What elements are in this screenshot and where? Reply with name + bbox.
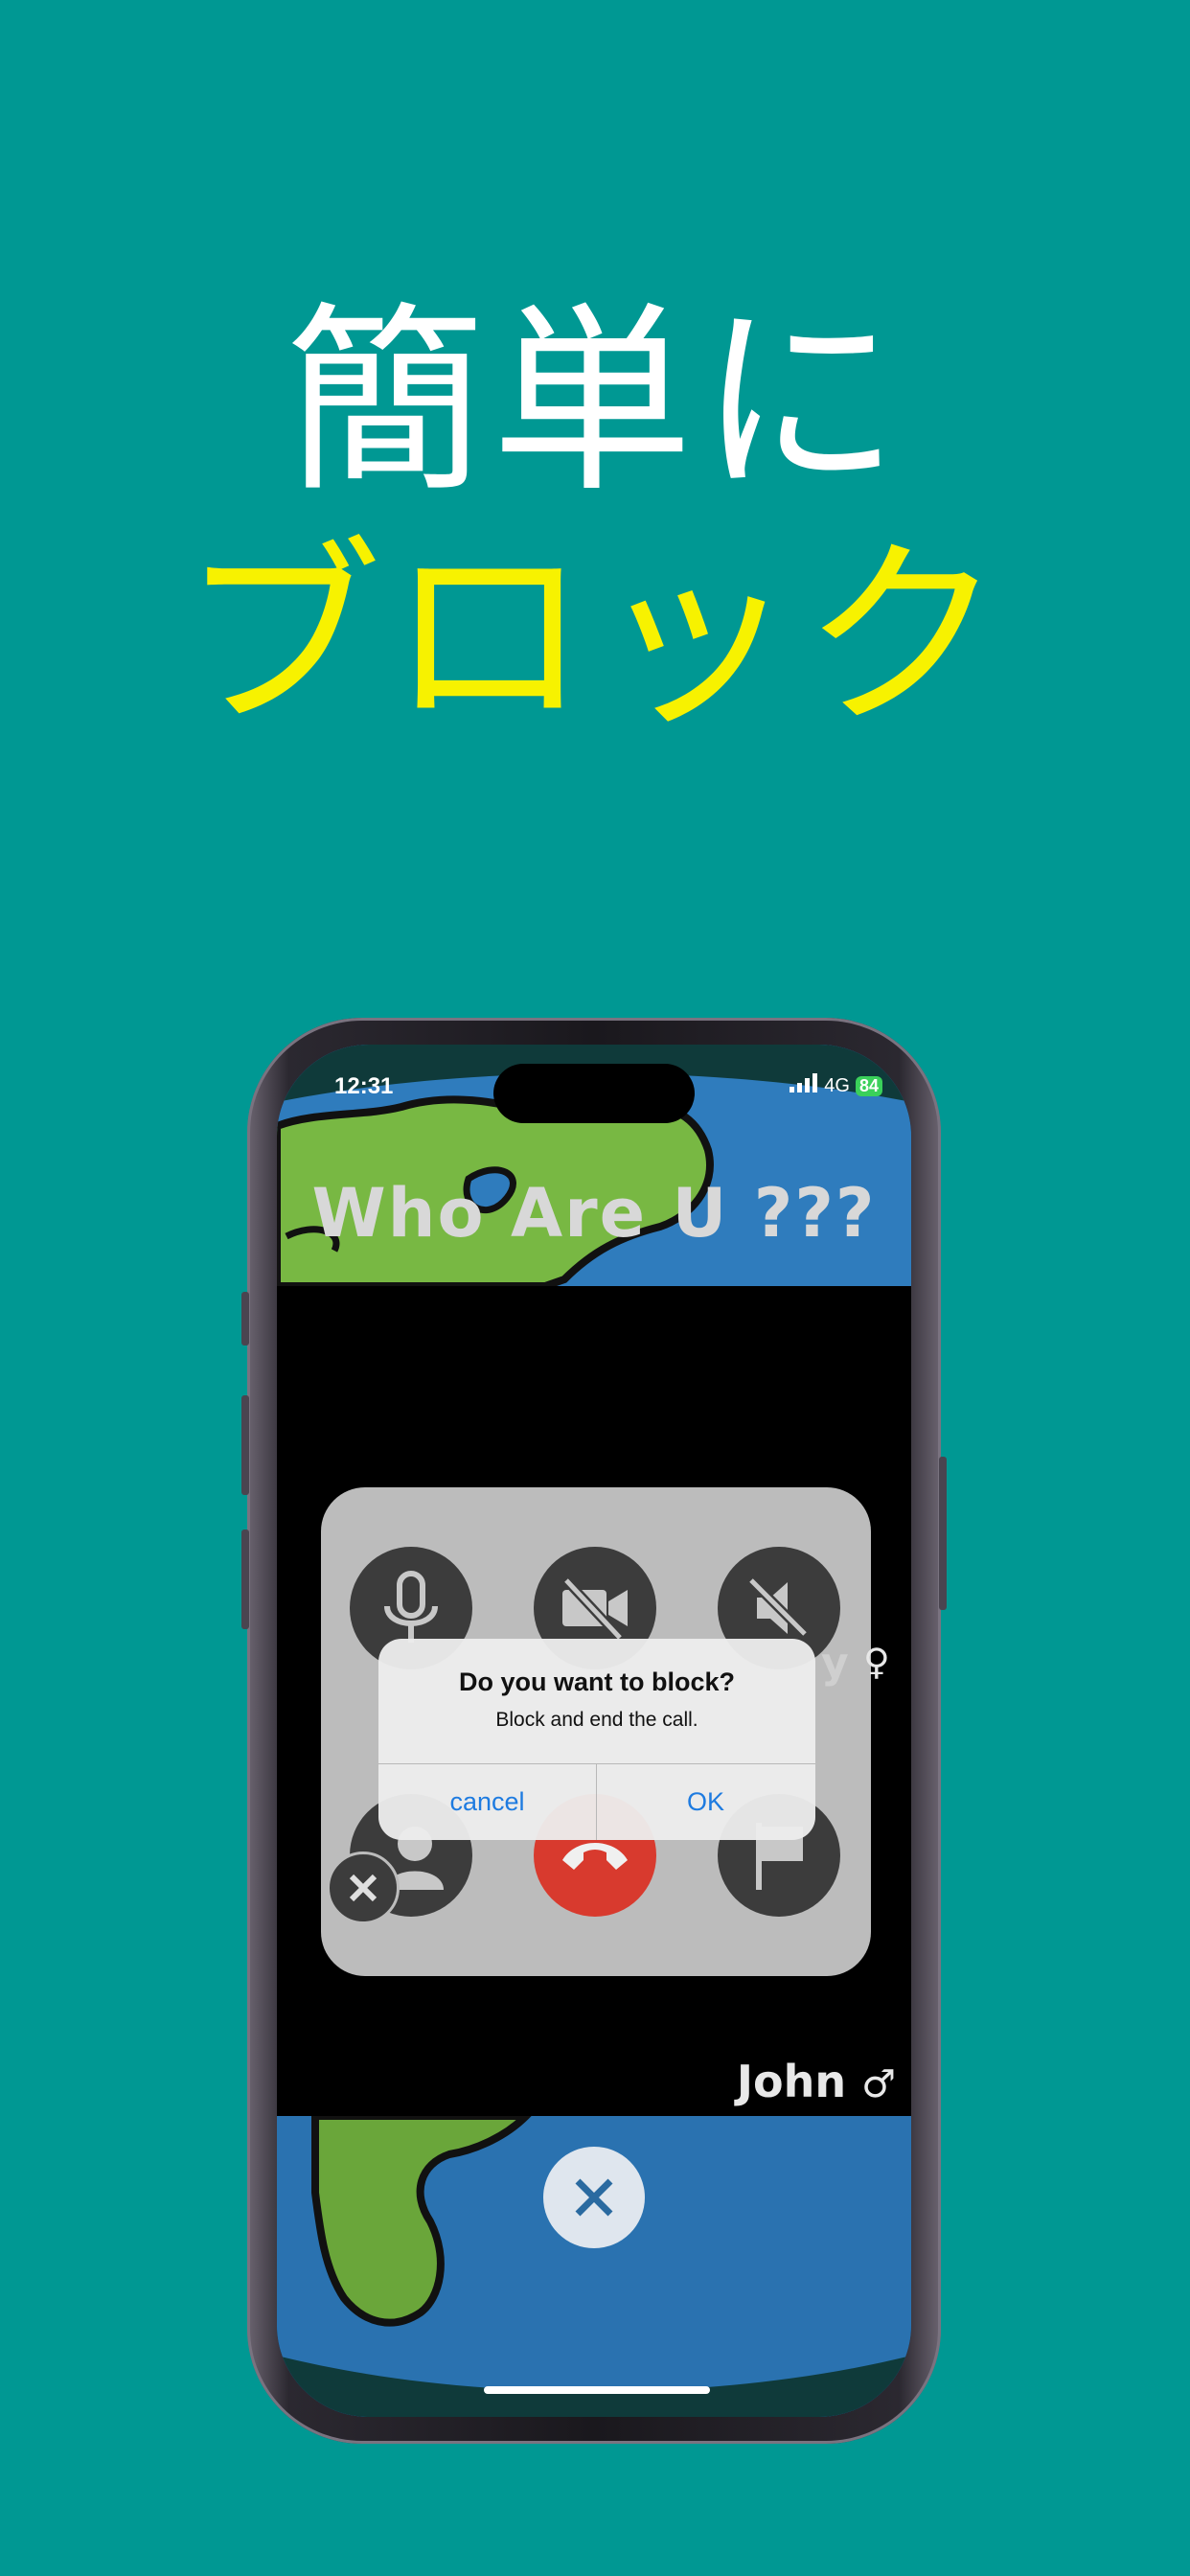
phone-power-button [939, 1457, 947, 1610]
video-off-icon [562, 1576, 628, 1642]
speaker-mute-icon [747, 1576, 809, 1638]
local-user-label: John ♂ [737, 2056, 896, 2107]
home-indicator[interactable] [484, 2386, 710, 2394]
signal-icon [790, 1073, 818, 1098]
dynamic-island [493, 1064, 695, 1123]
close-icon [575, 2178, 613, 2217]
app-title: Who Are U ??? [311, 1174, 877, 1253]
remote-user-name: y [821, 1639, 849, 1688]
cancel-button[interactable]: cancel [378, 1764, 596, 1840]
microphone-icon [384, 1571, 438, 1643]
close-button[interactable] [543, 2147, 645, 2248]
local-user-name: John [736, 2056, 847, 2107]
alert-title: Do you want to block? [459, 1668, 735, 1696]
phone-volume-up-button [241, 1395, 249, 1495]
local-user-gender: ♂ [861, 2062, 896, 2106]
headline-line-2: ブロック [180, 519, 1009, 754]
phone-screen: Who Are U ??? 12:31 4G 84 y ♀ Do you wan… [277, 1045, 911, 2417]
phone-side-button [241, 1292, 249, 1346]
status-time: 12:31 [334, 1073, 394, 1099]
block-confirm-alert: Do you want to block? Block and end the … [378, 1639, 815, 1840]
phone-volume-down-button [241, 1530, 249, 1629]
ok-button[interactable]: OK [597, 1764, 814, 1840]
status-indicators: 4G 84 [790, 1073, 882, 1098]
network-type: 4G [824, 1074, 850, 1096]
headline-line-1: 簡単に [284, 285, 905, 519]
remote-user-gender: ♀ [863, 1641, 890, 1683]
alert-message: Block and end the call. [495, 1709, 698, 1731]
battery-indicator: 84 [855, 1075, 882, 1096]
block-x-icon [327, 1852, 400, 1924]
